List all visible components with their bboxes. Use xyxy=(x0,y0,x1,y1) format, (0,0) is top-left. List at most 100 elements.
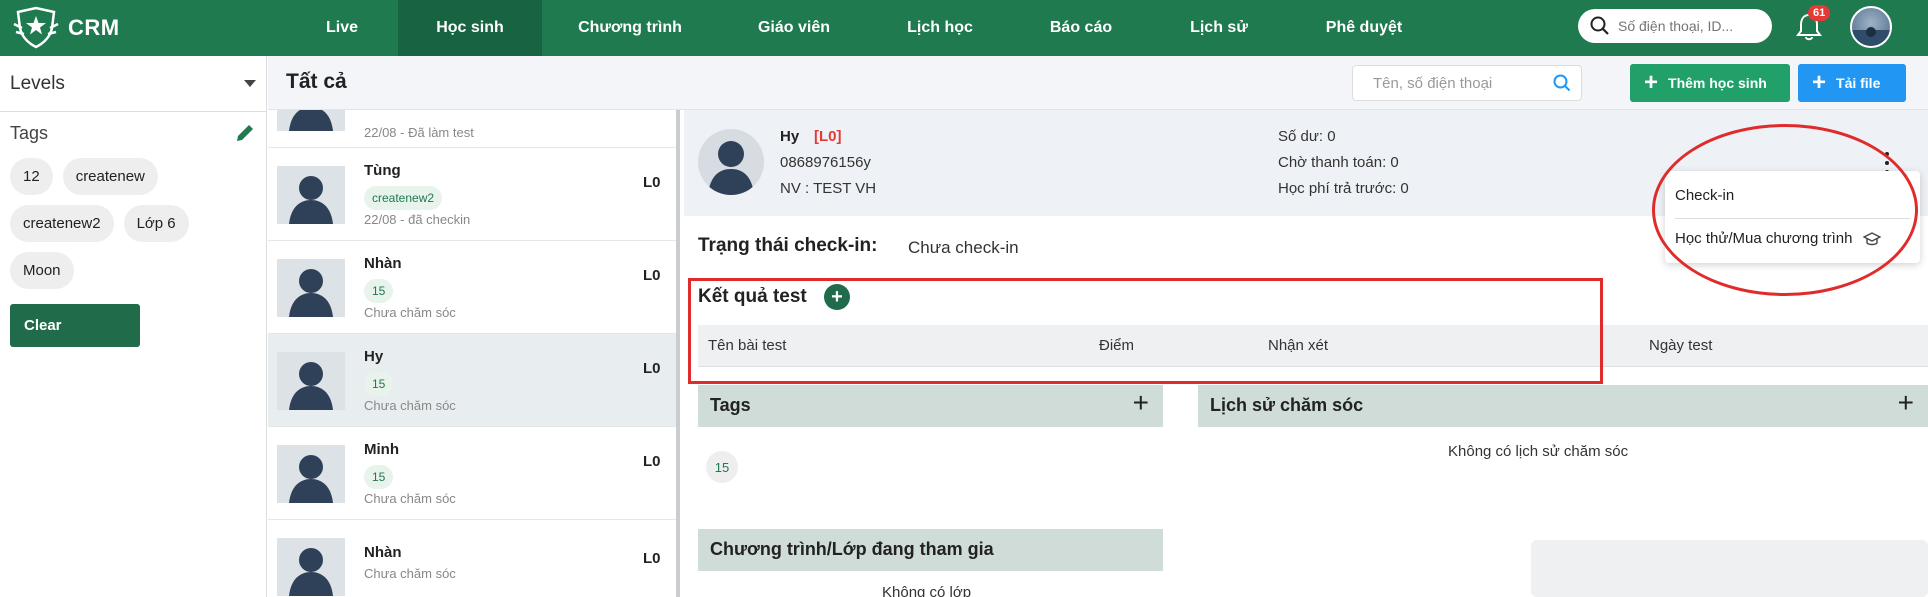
balance-text: Số dư: 0 xyxy=(1278,128,1336,145)
clear-button[interactable]: Clear xyxy=(10,304,140,347)
student-photo xyxy=(277,352,345,410)
avatar-image xyxy=(1852,27,1890,46)
list-item[interactable]: Nhàn Chưa chăm sóc L0 xyxy=(268,520,676,597)
main-nav: Live Học sinh Chương trình Giáo viên Lịc… xyxy=(286,0,1442,56)
pending-payment-text: Chờ thanh toán: 0 xyxy=(1278,154,1399,171)
programs-section-header: Chương trình/Lớp đang tham gia xyxy=(698,529,1163,571)
upload-file-label: Tải file xyxy=(1836,75,1881,91)
student-name: Nhàn xyxy=(364,544,402,561)
global-search[interactable] xyxy=(1578,9,1772,43)
top-navbar: CRM Live Học sinh Chương trình Giáo viên… xyxy=(0,0,1928,56)
list-item[interactable]: 22/08 - Đã làm test xyxy=(268,110,676,148)
student-note: Chưa chăm sóc xyxy=(364,491,456,506)
student-level-badge: [L0] xyxy=(814,128,842,145)
page-title: Tất cả xyxy=(286,70,347,93)
add-care-history-icon[interactable]: + xyxy=(1898,389,1914,417)
student-photo xyxy=(277,445,345,503)
prepaid-text: Học phí trả trước: 0 xyxy=(1278,180,1409,197)
list-item[interactable]: Minh 15 Chưa chăm sóc L0 xyxy=(268,427,676,520)
tag-chip[interactable]: 15 xyxy=(706,451,738,483)
student-name: Nhàn xyxy=(364,255,402,272)
column-header: Ngày test xyxy=(1649,337,1713,354)
tags-header: Tags xyxy=(0,112,266,144)
student-avatar xyxy=(698,129,764,195)
student-name: Tùng xyxy=(364,162,401,179)
nav-item-approval[interactable]: Phê duyệt xyxy=(1286,0,1442,56)
student-tag: 15 xyxy=(364,279,394,303)
student-name: Minh xyxy=(364,441,399,458)
logo-text: CRM xyxy=(68,15,120,40)
search-icon xyxy=(1590,16,1609,35)
plus-icon: + xyxy=(1812,69,1827,96)
student-photo xyxy=(277,166,345,224)
student-tag: createnew2 xyxy=(364,186,443,210)
nav-item-live[interactable]: Live xyxy=(286,0,398,56)
student-photo xyxy=(277,110,345,131)
student-photo xyxy=(277,259,345,317)
global-search-input[interactable] xyxy=(1618,18,1768,34)
student-level: L0 xyxy=(643,267,661,284)
student-name: Hy xyxy=(364,348,384,365)
nav-item-history[interactable]: Lịch sử xyxy=(1152,0,1286,56)
annotation-ellipse xyxy=(1652,124,1918,296)
student-name: Hy xyxy=(780,128,800,145)
tag-chip[interactable]: createnew2 xyxy=(10,205,114,242)
nav-item-students[interactable]: Học sinh xyxy=(398,0,542,56)
student-staff: NV : TEST VH xyxy=(780,180,877,197)
levels-dropdown[interactable]: Levels xyxy=(0,56,266,112)
student-photo xyxy=(277,538,345,596)
student-level: L0 xyxy=(643,360,661,377)
logo-icon xyxy=(13,6,59,49)
tag-chips: 12 createnew createnew2 Lớp 6 Moon xyxy=(0,144,266,289)
tag-chip[interactable]: 12 xyxy=(10,158,53,195)
list-item[interactable]: Tùng createnew2 22/08 - đã checkin L0 xyxy=(268,148,676,241)
programs-empty: Không có lớp xyxy=(882,584,972,597)
list-item[interactable]: Nhàn 15 Chưa chăm sóc L0 xyxy=(268,241,676,334)
student-phone: 0868976156y xyxy=(780,154,871,171)
plus-icon: + xyxy=(1644,69,1659,96)
filter-panel: Levels Tags 12 createnew createnew2 Lớp … xyxy=(0,56,267,597)
add-student-button[interactable]: + Thêm học sinh xyxy=(1630,64,1790,102)
tag-chip[interactable]: createnew xyxy=(62,158,158,195)
nav-item-teachers[interactable]: Giáo viên xyxy=(718,0,870,56)
nav-item-schedule[interactable]: Lịch học xyxy=(870,0,1010,56)
search-icon xyxy=(1553,74,1571,92)
list-header: Tất cả Tên, số điện thoại + Thêm học sin… xyxy=(268,56,1928,110)
upload-file-button[interactable]: + Tải file xyxy=(1798,64,1906,102)
notification-badge: 61 xyxy=(1808,5,1831,21)
tags-label: Tags xyxy=(10,122,49,143)
student-note: Chưa chăm sóc xyxy=(364,566,456,581)
student-note: Chưa chăm sóc xyxy=(364,398,456,413)
logo[interactable]: CRM xyxy=(12,6,120,50)
placeholder-panel xyxy=(1531,540,1928,597)
student-level: L0 xyxy=(643,550,661,567)
add-tag-icon[interactable]: + xyxy=(1133,389,1149,417)
student-tag: 15 xyxy=(364,372,394,396)
programs-title: Chương trình/Lớp đang tham gia xyxy=(710,539,994,559)
student-level: L0 xyxy=(643,174,661,191)
caret-down-icon xyxy=(244,79,256,87)
student-note: 22/08 - Đã làm test xyxy=(364,125,474,140)
nav-item-reports[interactable]: Báo cáo xyxy=(1010,0,1152,56)
list-item-selected[interactable]: Hy 15 Chưa chăm sóc L0 xyxy=(268,334,676,427)
care-history-section-header: Lịch sử chăm sóc + xyxy=(1198,385,1928,427)
add-student-label: Thêm học sinh xyxy=(1668,75,1767,91)
edit-pencil-icon[interactable] xyxy=(234,122,256,144)
tag-chip[interactable]: Moon xyxy=(10,252,74,289)
tag-chip[interactable]: Lớp 6 xyxy=(123,205,189,242)
student-tag: 15 xyxy=(364,465,394,489)
tags-section-header: Tags + xyxy=(698,385,1163,427)
student-note: Chưa chăm sóc xyxy=(364,305,456,320)
levels-label: Levels xyxy=(10,72,65,94)
nav-item-programs[interactable]: Chương trình xyxy=(542,0,718,56)
student-note: 22/08 - đã checkin xyxy=(364,212,471,227)
student-search-placeholder: Tên, số điện thoại xyxy=(1373,74,1493,92)
student-search-input[interactable]: Tên, số điện thoại xyxy=(1352,65,1582,101)
care-history-title: Lịch sử chăm sóc xyxy=(1210,395,1364,415)
annotation-rectangle xyxy=(688,278,1603,384)
checkin-status-value: Chưa check-in xyxy=(908,238,1019,257)
student-list: 22/08 - Đã làm test Tùng createnew2 22/0… xyxy=(268,110,680,597)
avatar[interactable] xyxy=(1850,6,1892,48)
student-level: L0 xyxy=(643,453,661,470)
checkin-status-label: Trạng thái check-in: xyxy=(698,235,878,256)
